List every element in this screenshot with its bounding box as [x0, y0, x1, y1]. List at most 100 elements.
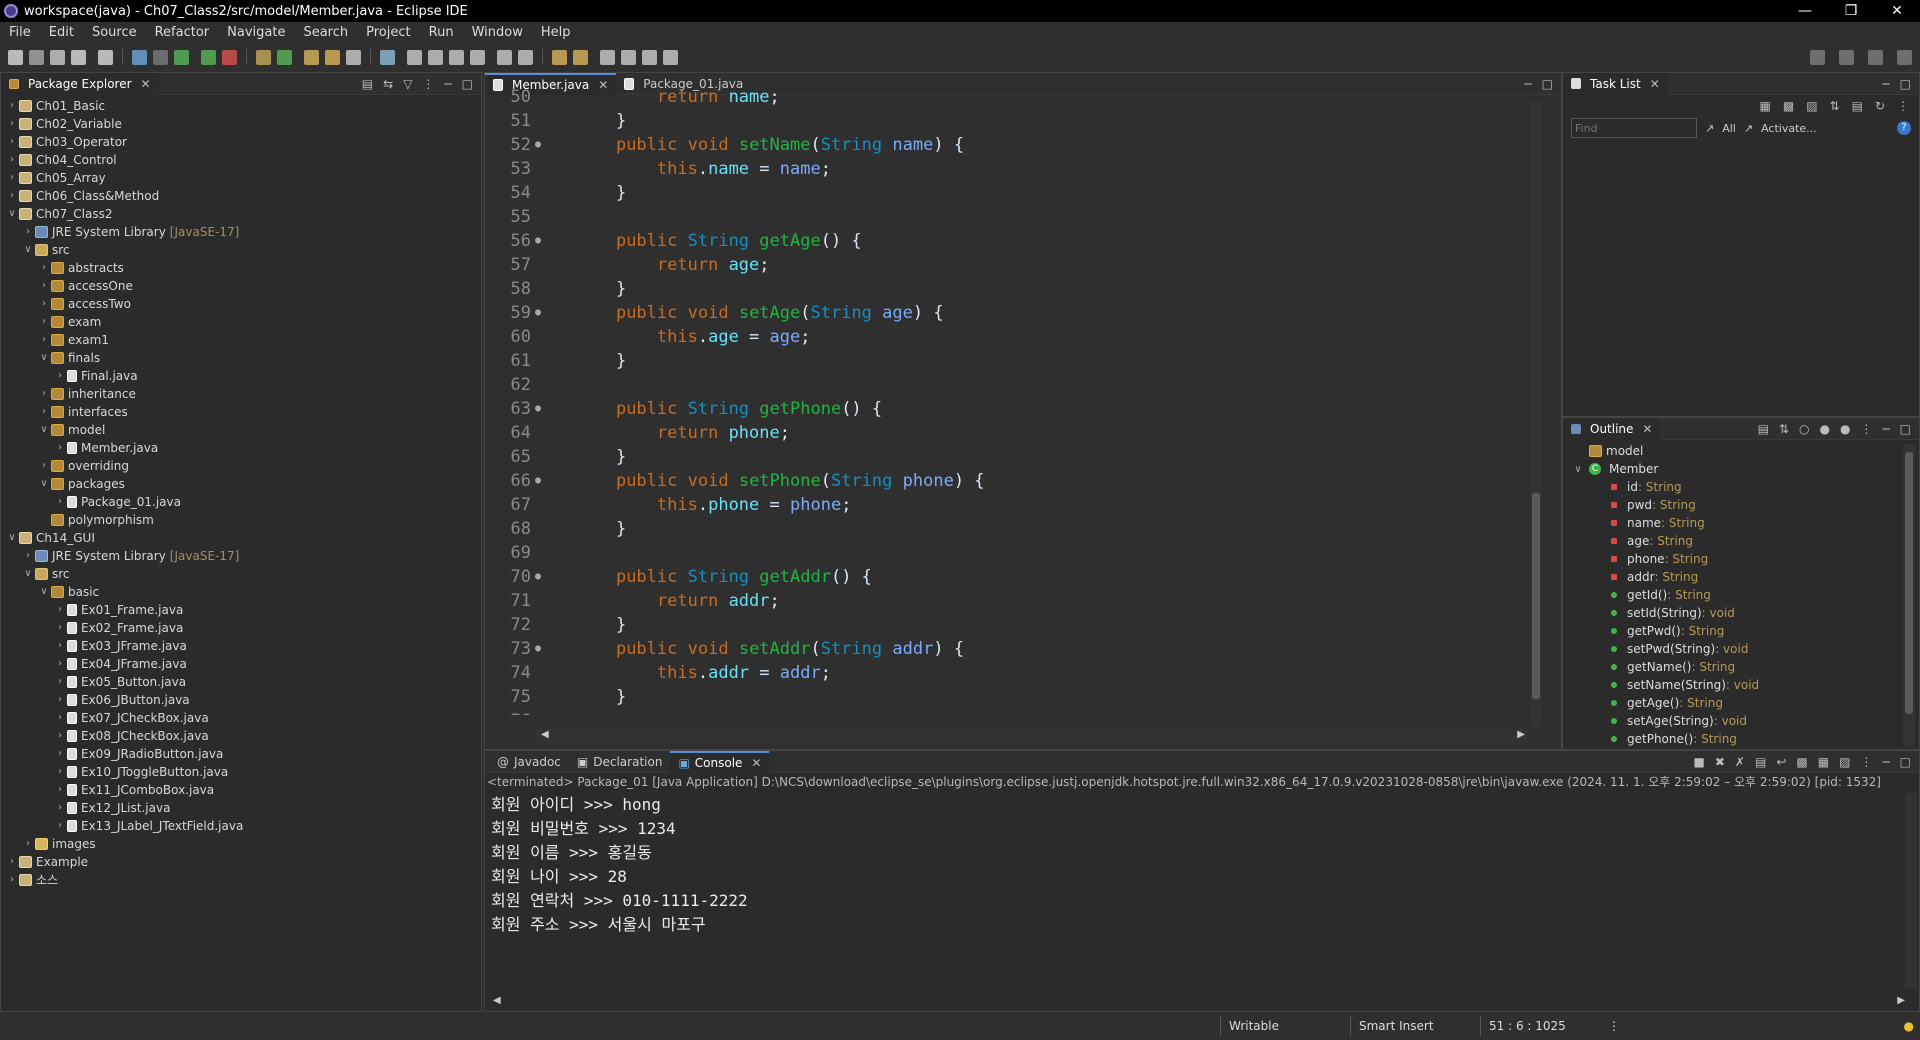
chevron-down-icon[interactable]: ∨: [21, 241, 35, 259]
next-edit-icon[interactable]: [573, 49, 588, 65]
terminate-icon[interactable]: ■: [1694, 755, 1705, 769]
chevron-right-icon[interactable]: ›: [53, 439, 67, 457]
all-link[interactable]: All: [1722, 122, 1736, 135]
scroll-left-icon[interactable]: ◀: [541, 729, 549, 743]
tree-item[interactable]: ∨ finals: [1, 349, 481, 367]
tree-item[interactable]: › accessTwo: [1, 295, 481, 313]
open-console-icon[interactable]: ▨: [1839, 755, 1850, 769]
tree-item[interactable]: › Ch05_Array: [1, 169, 481, 187]
outline-scrollbar[interactable]: [1903, 444, 1915, 746]
tree-item[interactable]: › Ex13_JLabel_JTextField.java: [1, 817, 481, 835]
chevron-right-icon[interactable]: ›: [53, 781, 67, 799]
collapse-all-icon[interactable]: ▤: [362, 77, 373, 91]
menu-file[interactable]: File: [0, 25, 40, 40]
open-type-icon[interactable]: [132, 49, 147, 65]
close-icon[interactable]: ✕: [1642, 422, 1652, 436]
outline-member[interactable]: name : String: [1563, 514, 1903, 532]
tree-item[interactable]: ∨ Ch07_Class2: [1, 205, 481, 223]
chevron-right-icon[interactable]: ›: [5, 169, 19, 187]
tree-item[interactable]: ∨ src: [1, 241, 481, 259]
chevron-right-icon[interactable]: ›: [37, 385, 51, 403]
tree-item[interactable]: › Ex03_JFrame.java: [1, 637, 481, 655]
task-find-input[interactable]: [1571, 118, 1697, 138]
tree-item[interactable]: › Ch04_Control: [1, 151, 481, 169]
scheduled-icon[interactable]: ▨: [1806, 99, 1817, 113]
tree-item[interactable]: › Member.java: [1, 439, 481, 457]
tab-task-list[interactable]: Task List ✕: [1563, 72, 1668, 95]
scroll-right-icon[interactable]: ▶: [1897, 995, 1905, 1009]
filter-icon[interactable]: ▽: [403, 77, 412, 91]
chevron-right-icon[interactable]: ›: [53, 799, 67, 817]
outline-member[interactable]: setPwd(String) : void: [1563, 640, 1903, 658]
tree-item[interactable]: ∨ Ch14_GUI: [1, 529, 481, 547]
tree-item[interactable]: › JRE System Library [JavaSE-17]: [1, 223, 481, 241]
chevron-right-icon[interactable]: ›: [5, 151, 19, 169]
chevron-right-icon[interactable]: ›: [5, 187, 19, 205]
tree-item[interactable]: › Ch06_Class&Method: [1, 187, 481, 205]
chevron-right-icon[interactable]: ›: [21, 223, 35, 241]
outline-member[interactable]: id : String: [1563, 478, 1903, 496]
outline-member[interactable]: pwd : String: [1563, 496, 1903, 514]
remove-launch-icon[interactable]: ✖: [1715, 755, 1725, 769]
outline-member[interactable]: phone : String: [1563, 550, 1903, 568]
open-perspective-icon[interactable]: [1839, 49, 1854, 65]
save-all-icon[interactable]: [50, 49, 65, 65]
chevron-right-icon[interactable]: ›: [53, 691, 67, 709]
chevron-down-icon[interactable]: ∨: [37, 349, 51, 367]
editor-horizontal-scrollbar[interactable]: ◀ ▶: [537, 729, 1529, 743]
menu-run[interactable]: Run: [420, 25, 463, 40]
tree-item[interactable]: ∨ packages: [1, 475, 481, 493]
console-vertical-scrollbar[interactable]: [1905, 793, 1917, 989]
maximize-view-icon[interactable]: □: [1900, 77, 1911, 91]
chevron-right-icon[interactable]: ›: [53, 817, 67, 835]
sort-icon[interactable]: ⇅: [1779, 422, 1789, 436]
chevron-down-icon[interactable]: ∨: [5, 529, 19, 547]
tree-item[interactable]: › abstracts: [1, 259, 481, 277]
minimize-view-icon[interactable]: ─: [1882, 77, 1889, 91]
pin-icon[interactable]: [642, 49, 657, 65]
hide-static-icon[interactable]: ●: [1819, 422, 1829, 436]
close-icon[interactable]: ✕: [751, 756, 761, 770]
maximize-view-icon[interactable]: □: [1900, 755, 1911, 769]
sync-icon[interactable]: ↻: [1875, 99, 1885, 113]
tree-item[interactable]: › Ex11_JComboBox.java: [1, 781, 481, 799]
toggle-mark-icon[interactable]: [407, 49, 422, 65]
chevron-right-icon[interactable]: ›: [37, 277, 51, 295]
console-horizontal-scrollbar[interactable]: ◀ ▶: [489, 995, 1909, 1009]
chevron-right-icon[interactable]: ›: [5, 133, 19, 151]
tab-package-explorer[interactable]: Package Explorer ✕: [1, 72, 159, 95]
block-select-icon[interactable]: [449, 49, 464, 65]
menu-project[interactable]: Project: [357, 25, 419, 40]
tree-item[interactable]: › exam1: [1, 331, 481, 349]
chevron-right-icon[interactable]: ›: [5, 871, 19, 889]
tab-declaration[interactable]: ▣ Declaration: [569, 751, 671, 773]
chevron-down-icon[interactable]: ∨: [1571, 464, 1585, 475]
outline-member[interactable]: getPwd() : String: [1563, 622, 1903, 640]
tree-item[interactable]: › Ex09_JRadioButton.java: [1, 745, 481, 763]
chevron-right-icon[interactable]: ›: [5, 97, 19, 115]
tree-item[interactable]: › accessOne: [1, 277, 481, 295]
chevron-down-icon[interactable]: ∨: [37, 421, 51, 439]
chevron-right-icon[interactable]: ›: [53, 601, 67, 619]
filter-completed-icon[interactable]: ⇅: [1830, 99, 1840, 113]
scroll-right-icon[interactable]: ▶: [1517, 729, 1525, 743]
view-menu-icon[interactable]: ⋮: [422, 77, 434, 91]
tip-bulb-icon[interactable]: ●: [1904, 1019, 1914, 1033]
editor-scroll-thumb[interactable]: [1532, 493, 1540, 699]
menu-refactor[interactable]: Refactor: [146, 25, 219, 40]
maximize-view-icon[interactable]: □: [1542, 77, 1553, 91]
tree-item[interactable]: › Ex10_JToggleButton.java: [1, 763, 481, 781]
tree-item[interactable]: › Ex02_Frame.java: [1, 619, 481, 637]
hide-nonpublic-icon[interactable]: ●: [1840, 422, 1850, 436]
chevron-right-icon[interactable]: ›: [5, 115, 19, 133]
outline-member[interactable]: getName() : String: [1563, 658, 1903, 676]
view-menu-icon[interactable]: ⋮: [1860, 755, 1872, 769]
view-menu-icon[interactable]: ⋮: [1860, 422, 1872, 436]
back-icon[interactable]: [497, 49, 512, 65]
chevron-right-icon[interactable]: ›: [53, 745, 67, 763]
redo-icon[interactable]: [98, 49, 113, 65]
chevron-right-icon[interactable]: ›: [37, 331, 51, 349]
minimize-view-icon[interactable]: ─: [1882, 755, 1889, 769]
tree-item[interactable]: polymorphism: [1, 511, 481, 529]
tree-item[interactable]: › Ex06_JButton.java: [1, 691, 481, 709]
